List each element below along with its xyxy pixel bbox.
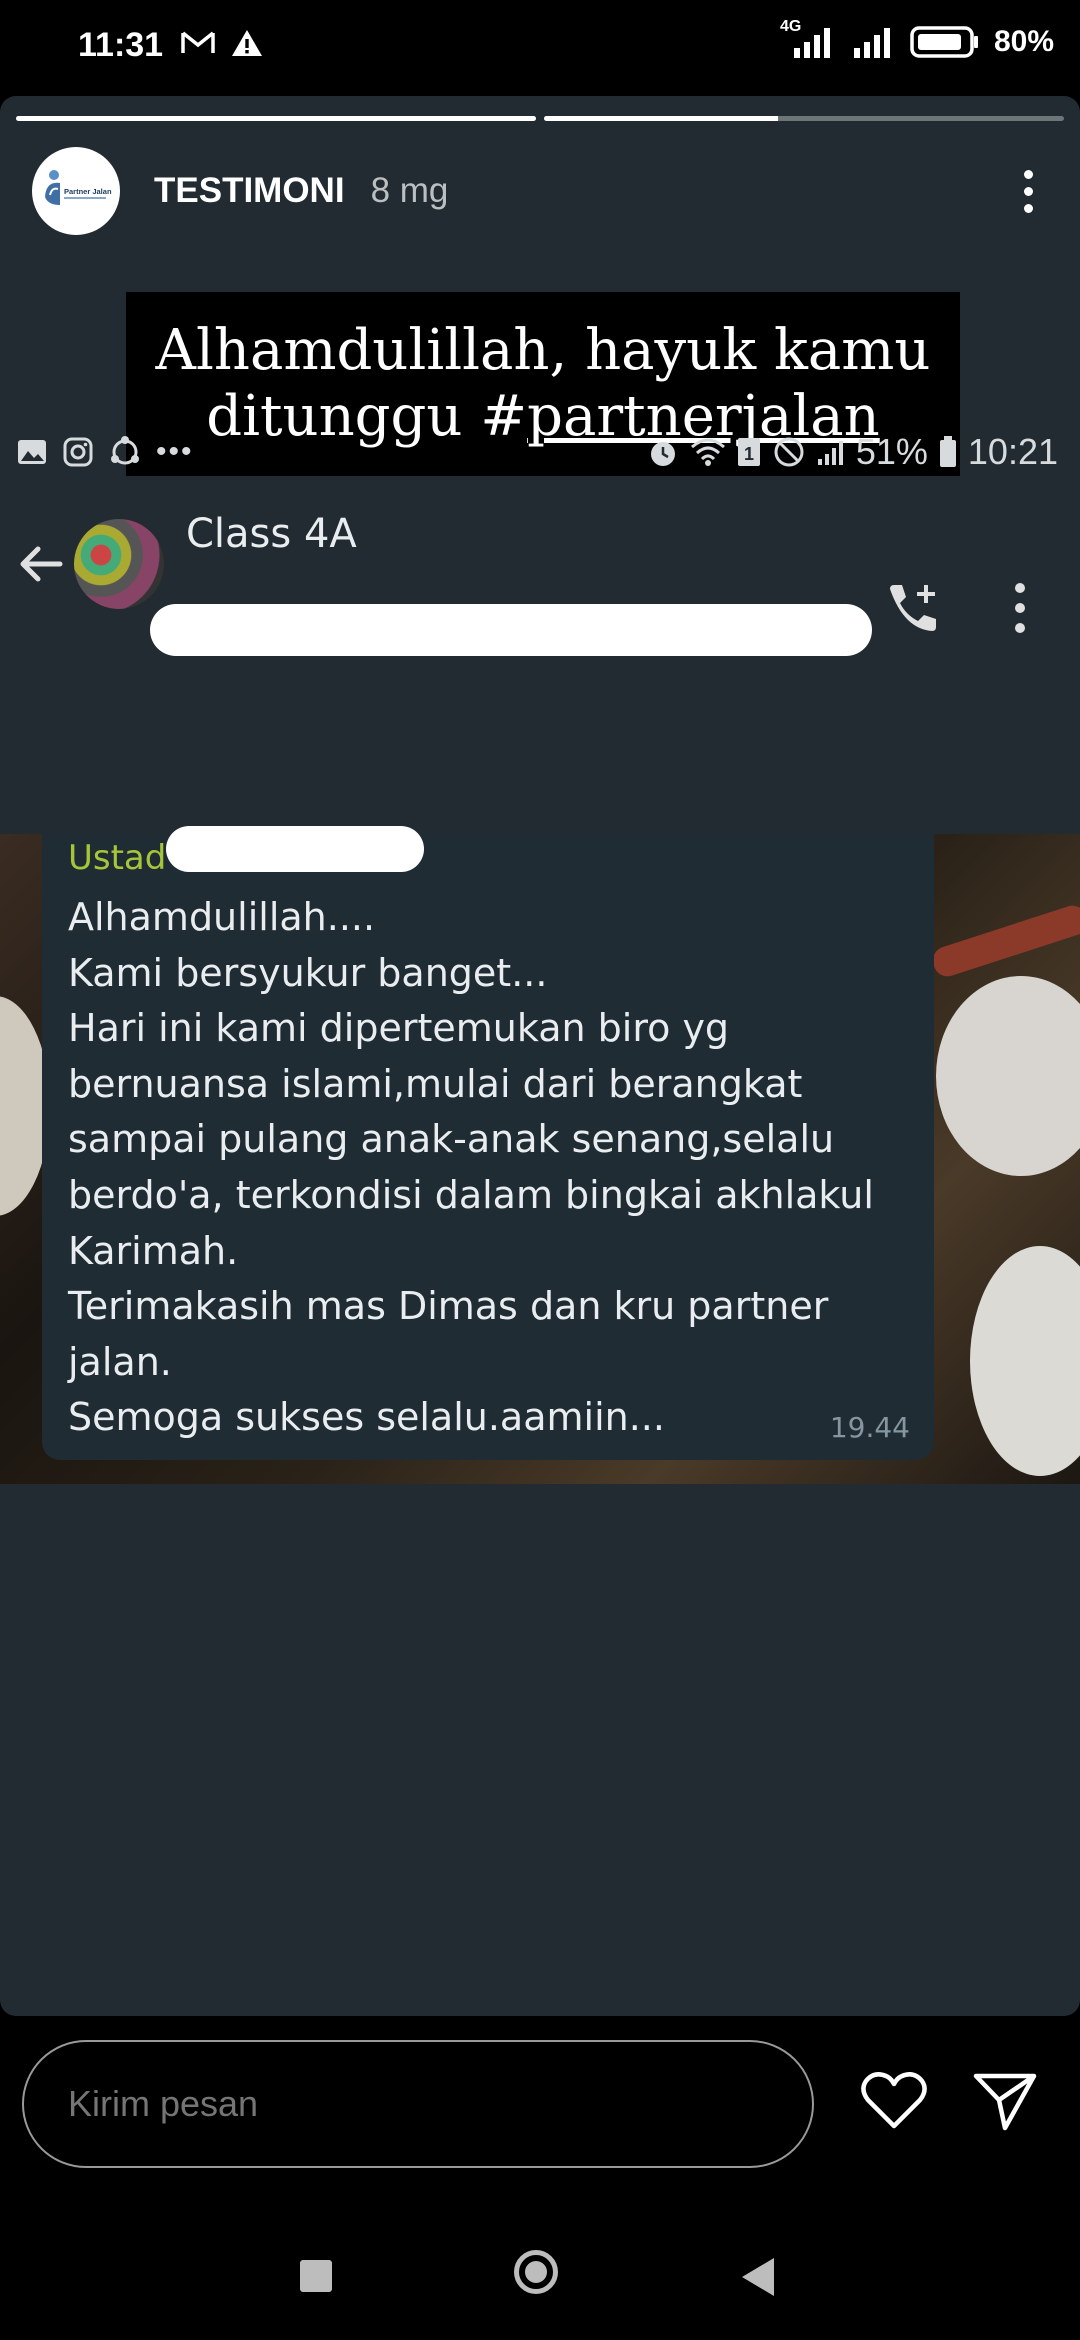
alarm-icon xyxy=(650,442,675,466)
do-not-disturb-icon xyxy=(774,437,804,467)
chat-header: Class 4A xyxy=(0,491,1080,656)
progress-segment xyxy=(544,116,1064,121)
message-line: sampai pulang anak-anak senang,selalu xyxy=(68,1117,835,1162)
battery-percent: 80% xyxy=(993,25,1054,58)
message-input[interactable] xyxy=(22,2040,814,2168)
message-line: Karimah. xyxy=(68,1228,239,1273)
signal-icon xyxy=(817,441,843,465)
embedded-time: 10:21 xyxy=(967,431,1058,472)
story-view[interactable]: Partner Jalan TESTIMONI 8 mg Alhamdulill… xyxy=(0,96,1080,2016)
send-icon[interactable] xyxy=(972,2070,1038,2132)
gallery-icon xyxy=(18,440,46,464)
home-button[interactable] xyxy=(514,2250,558,2294)
status-time: 11:31 xyxy=(78,26,164,64)
message-text: Alhamdulillah.... Kami bersyukur banget.… xyxy=(68,890,874,1446)
story-progress xyxy=(16,116,1064,121)
message-line: jalan. xyxy=(68,1339,172,1384)
message-line: Semoga sukses selalu.aamiin... xyxy=(68,1395,665,1440)
redaction-mark xyxy=(166,826,424,872)
sender-name: Ustad xyxy=(68,838,167,878)
back-button[interactable] xyxy=(742,2258,774,2296)
back-arrow-icon[interactable] xyxy=(16,539,66,589)
signal-4g-icon: 4G xyxy=(780,18,838,60)
message-line: berdo'a, terkondisi dalam bingkai akhlak… xyxy=(68,1172,874,1217)
progress-segment xyxy=(16,116,536,121)
message-line: Kami bersyukur banget... xyxy=(68,950,548,995)
warning-icon xyxy=(232,30,262,56)
message-line: Hari ini kami dipertemukan biro yg xyxy=(68,1006,730,1051)
navigation-bar xyxy=(0,2206,1080,2340)
dot xyxy=(1015,603,1025,613)
chat-menu-button[interactable] xyxy=(1012,583,1028,633)
wifi-icon xyxy=(690,438,725,466)
embedded-notification-icons: ••• xyxy=(16,435,194,469)
group-avatar[interactable] xyxy=(74,519,164,609)
gmail-icon xyxy=(181,31,215,53)
battery-icon xyxy=(910,26,978,58)
embedded-status-right: 1 51% 10:21 xyxy=(646,431,1058,473)
caption-line-1: Alhamdulillah, hayuk kamu xyxy=(155,318,931,383)
dot xyxy=(1015,583,1025,593)
signal-icon xyxy=(853,28,890,58)
more-notifications-icon: ••• xyxy=(156,435,194,468)
message-line: bernuansa islami,mulai dari berangkat xyxy=(68,1061,803,1106)
message-line: Terimakasih mas Dimas dan kru partner xyxy=(68,1284,829,1329)
embedded-status-bar: ••• 1 51% 10:21 xyxy=(0,421,1080,491)
message-time: 19.44 xyxy=(829,1411,910,1444)
status-bar: 11:31 4G 80% xyxy=(0,0,1080,96)
reply-bar xyxy=(0,2016,1080,2206)
battery-icon xyxy=(939,436,956,467)
redaction-mark xyxy=(150,604,872,656)
svg-text:Partner Jalan: Partner Jalan xyxy=(64,187,112,196)
svg-text:1: 1 xyxy=(744,444,754,464)
partner-jalan-logo: Partner Jalan xyxy=(38,153,114,229)
instagram-icon xyxy=(63,437,93,467)
status-notification-icons xyxy=(180,28,264,58)
like-heart-icon[interactable] xyxy=(860,2070,928,2132)
post-age: 8 mg xyxy=(370,171,449,210)
recents-button[interactable] xyxy=(300,2260,332,2292)
message-bubble[interactable]: Ustad Alhamdulillah.... Kami bersyukur b… xyxy=(42,826,934,1460)
sync-icon xyxy=(111,436,139,465)
add-call-icon[interactable] xyxy=(884,581,944,637)
account-avatar[interactable]: Partner Jalan xyxy=(32,147,120,235)
dot xyxy=(1023,186,1033,196)
dot xyxy=(1023,169,1033,179)
account-name[interactable]: TESTIMONI xyxy=(154,171,345,211)
status-right: 4G 80% xyxy=(780,18,1054,60)
story-header: Partner Jalan TESTIMONI 8 mg xyxy=(32,146,1048,236)
message-line: Alhamdulillah.... xyxy=(68,895,376,939)
chat-title[interactable]: Class 4A xyxy=(186,511,357,557)
dot xyxy=(1015,623,1025,633)
embedded-battery-percent: 51% xyxy=(855,431,928,472)
dot xyxy=(1023,203,1033,213)
sim-1-icon: 1 xyxy=(737,438,760,466)
more-options-button[interactable] xyxy=(1008,151,1048,231)
